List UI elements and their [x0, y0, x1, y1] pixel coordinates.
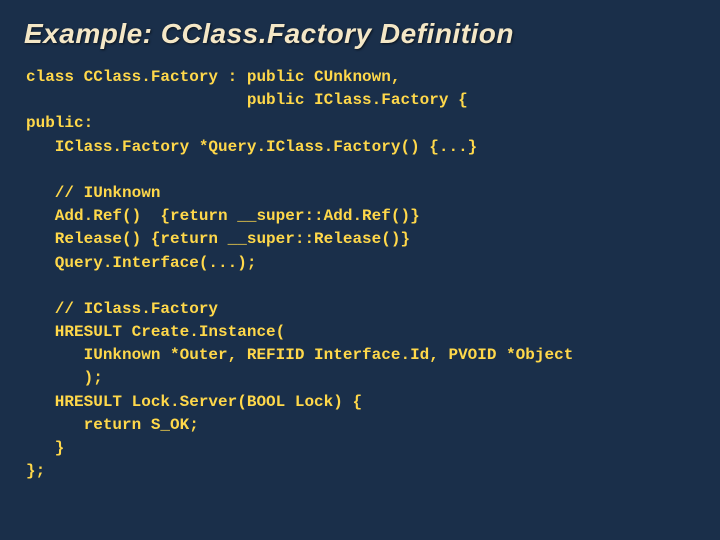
slide-title: Example: CClass.Factory Definition — [24, 18, 696, 50]
code-block: class CClass.Factory : public CUnknown, … — [24, 66, 696, 483]
slide: Example: CClass.Factory Definition class… — [0, 0, 720, 540]
